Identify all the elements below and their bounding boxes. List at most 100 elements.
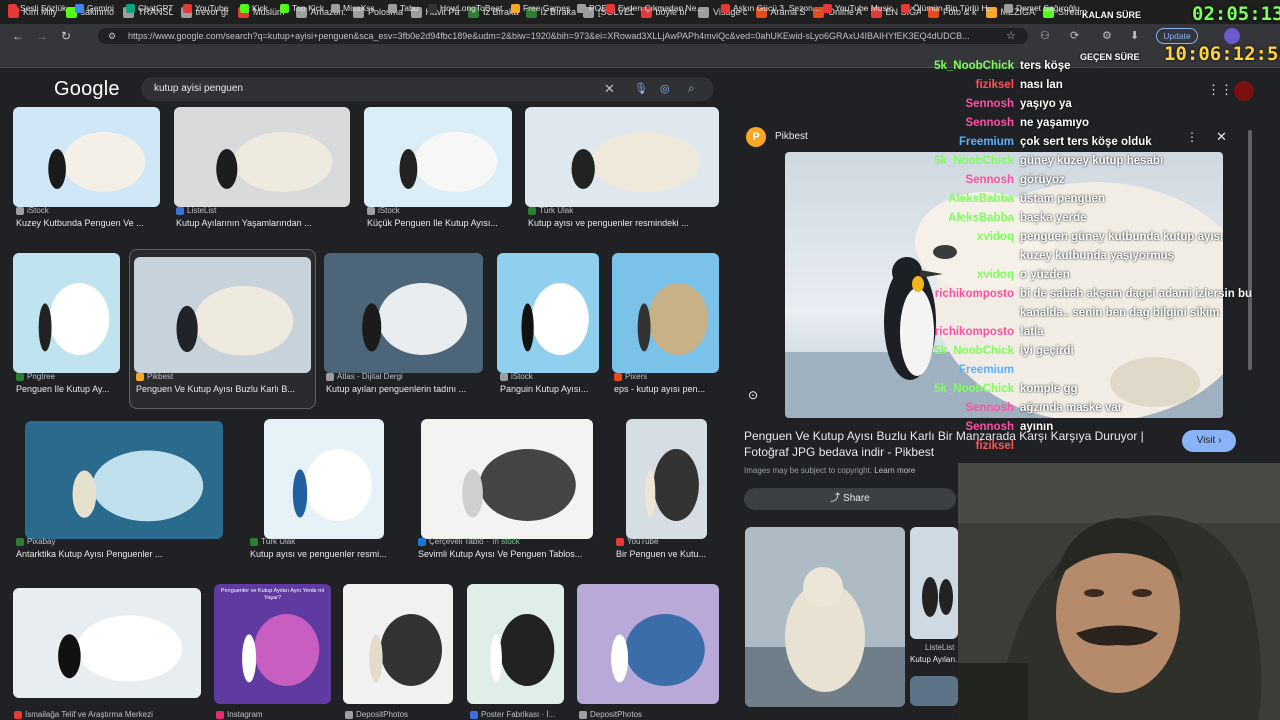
related-image[interactable] [910,676,958,706]
result-source[interactable]: Atlas - Dijital Dergi [326,372,403,381]
result-source[interactable]: Instagram [216,710,263,719]
result-source[interactable]: iStock [16,206,49,215]
result-caption[interactable]: Kuzey Kutbunda Penguen Ve ... [16,218,176,228]
result-thumbnail[interactable] [13,588,201,698]
related-caption[interactable]: Kutup Ayıları... [910,655,962,664]
reload-button[interactable]: ↻ [57,27,75,45]
result-caption[interactable]: Sevimli Kutup Ayısı Ve Penguen Tablos... [418,549,593,559]
result-thumbnail[interactable] [13,107,160,207]
result-thumbnail[interactable] [525,107,719,207]
extension-icon[interactable]: ⚇ [1040,29,1050,42]
result-source[interactable]: DepositPhotos [345,710,408,719]
bookmark-label: HowLongToBeat [440,3,503,13]
result-thumbnail[interactable] [421,419,593,539]
result-source[interactable]: Pikbest [136,372,173,381]
search-input[interactable]: kutup ayisi penguen [141,77,714,101]
result-source[interactable]: iStock [367,206,400,215]
result-thumbnail[interactable] [497,253,599,373]
search-icon[interactable]: ⌕ [688,81,695,96]
chat-text [1020,437,1256,456]
google-logo[interactable]: Google [54,78,120,101]
source-favicon [136,372,144,381]
bookmark-label: Free Games [523,3,571,13]
voice-search-icon[interactable]: 🎙 [634,82,648,95]
result-source[interactable]: iStock [500,372,533,381]
address-bar[interactable]: https://www.google.com/search?q=kutup+ay… [98,28,1028,44]
related-image[interactable] [745,527,905,707]
result-source[interactable]: Poster Fabrikası · İ... [470,710,555,719]
result-source[interactable]: İsmailağa Telif ve Araştırma Merkezi [14,710,153,719]
bookmark-item[interactable]: Demet Sağıroğlu... [1004,3,1087,13]
bookmark-item[interactable]: POE [577,3,607,13]
bookmark-item[interactable]: HowLongToBeat [428,3,502,13]
result-source[interactable]: DepositPhotos [579,710,642,719]
bookmark-star-icon[interactable]: ☆ [1006,29,1016,42]
result-thumbnail[interactable] [264,419,384,539]
update-button[interactable]: Update [1156,28,1198,44]
result-thumbnail[interactable] [324,253,483,373]
result-source[interactable]: ListeList [176,206,216,215]
bookmark-label: Demet Sağıroğlu... [1016,3,1087,13]
result-caption[interactable]: Antarktika Kutup Ayısı Penguenler ... [16,549,191,559]
result-caption[interactable]: Küçük Penguen Ile Kutup Ayısı... [367,218,527,228]
chat-message: 5k_NoobChick ters köşe [880,57,1270,76]
chat-text: ne yaşamıyo [1020,117,1090,129]
result-source[interactable]: Çerçeveli Tablo · In stock [418,537,520,546]
result-thumbnail[interactable] [343,584,453,704]
result-thumbnail[interactable] [577,584,719,704]
result-thumbnail[interactable] [626,419,707,539]
result-source[interactable]: Pngtree [16,372,55,381]
extension-icon-2[interactable]: ⚙ [1102,29,1112,42]
bookmark-item[interactable]: ChatGPT [126,3,173,13]
bookmark-item[interactable]: Aşkın Gücü 3. Sezon... [721,3,820,13]
chat-username: 5k_NoobChick [934,383,1014,395]
chat-message: 5k_NoobChick güney kuzey kutup hesabı [880,152,1270,171]
result-thumbnail[interactable] [612,253,719,373]
bookmark-item[interactable]: Ölümün Bin Türlü H... [901,3,995,13]
result-thumbnail[interactable] [467,584,564,704]
download-icon[interactable]: ⬇ [1130,29,1139,42]
clear-search-icon[interactable]: ✕ [604,81,615,97]
learn-more-link[interactable]: Learn more [874,466,915,475]
bookmark-item[interactable]: Sesli Sözlük [8,3,66,13]
result-caption[interactable]: Kutup ayıları penguenlerin tadını ... [326,384,501,394]
bookmark-label: MissXss [343,3,375,13]
sync-icon[interactable]: ⟳ [1070,29,1079,42]
bookmark-item[interactable]: MissXss [331,3,375,13]
result-thumbnail[interactable] [364,107,512,207]
bookmark-item[interactable]: Evden Çıkmadan Ne... [606,3,704,13]
bookmark-item[interactable]: YouTube Music [823,3,893,13]
bookmark-item[interactable]: Kick [240,3,268,13]
result-source[interactable]: YouTube [616,537,658,546]
bookmark-item[interactable]: Tabu [388,3,418,13]
lens-icon[interactable]: ◎ [660,82,670,95]
result-caption[interactable]: Kutup ayısı ve penguenler resmindeki ... [528,218,688,228]
related-image[interactable] [910,527,958,639]
bookmark-item[interactable]: Top Kick [280,3,324,13]
bookmark-item[interactable]: YouTube [183,3,228,13]
result-source[interactable]: Pixabay [16,537,55,546]
back-button[interactable]: ← [9,27,27,45]
result-thumbnail[interactable] [134,257,311,373]
result-thumbnail[interactable] [25,421,223,539]
share-button[interactable]: ⤴ Share [744,488,956,510]
chat-username: Sennosh [965,402,1014,414]
panel-source-name[interactable]: Pikbest [775,131,808,142]
result-thumbnail[interactable] [13,253,120,373]
result-source[interactable]: Türk Ulak [250,537,295,546]
result-source[interactable]: Türk Ulak [528,206,573,215]
result-source[interactable]: Pixers [614,372,647,381]
result-thumbnail[interactable]: Penguenler ve Kutup Ayıları Aynı Yerde m… [214,584,331,704]
forward-button[interactable]: → [33,27,51,45]
lens-search-icon[interactable]: ⊙ [748,388,758,402]
remaining-time: 02:05:13:18 [1192,3,1280,25]
source-label: iStock [27,206,49,215]
site-info-icon[interactable]: ⚙ [108,31,116,42]
result-caption[interactable]: Kutup Ayılarının Yaşamlarından ... [176,218,336,228]
bookmark-item[interactable]: Free Games [511,3,570,13]
result-thumbnail[interactable] [174,107,350,207]
profile-avatar[interactable] [1224,28,1240,44]
result-caption[interactable]: Penguen Ve Kutup Ayısı Buzlu Karlı B... [136,384,311,394]
bookmark-item[interactable]: Gemini [75,3,114,13]
result-caption[interactable]: Kutup ayısı ve penguenler resmi... [250,549,425,559]
